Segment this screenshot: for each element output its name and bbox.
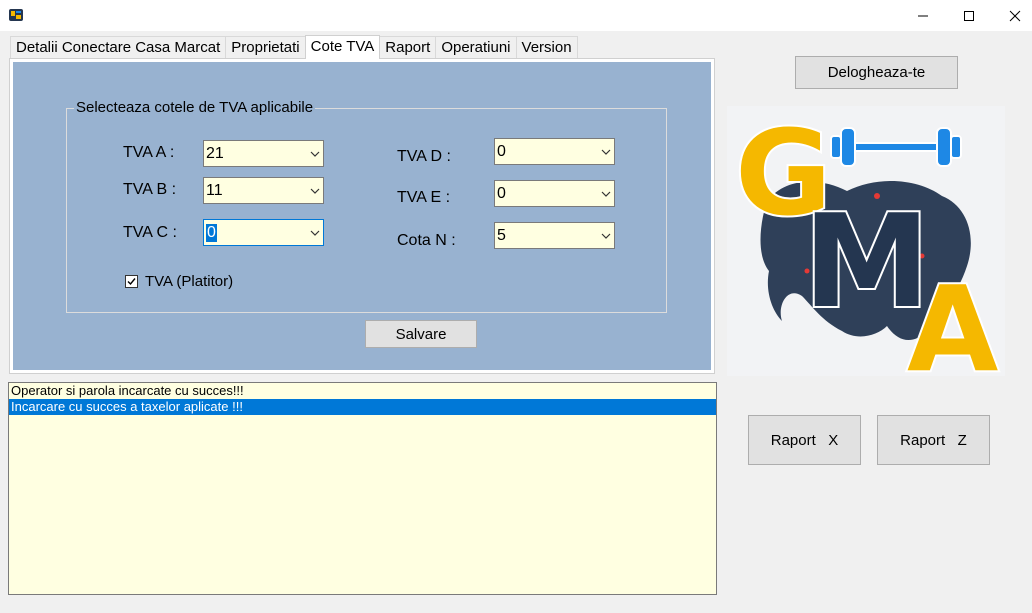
tva-c-select[interactable]: 0 — [203, 219, 324, 246]
tva-c-value: 0 — [206, 223, 217, 242]
log-line-selected[interactable]: Incarcare cu succes a taxelor aplicate !… — [9, 399, 716, 415]
title-bar — [0, 0, 1032, 31]
tva-a-value: 21 — [206, 144, 224, 162]
cota-n-value: 5 — [497, 226, 506, 244]
cota-n-label: Cota N : — [397, 232, 456, 249]
minimize-button[interactable] — [900, 0, 946, 31]
logout-button[interactable]: Delogheaza-te — [795, 56, 958, 89]
chevron-down-icon — [306, 220, 323, 245]
maximize-button[interactable] — [946, 0, 992, 31]
tva-a-label: TVA A : — [123, 144, 175, 161]
tva-platitor-checkbox[interactable] — [125, 275, 138, 288]
vat-group-title: Selecteaza cotele de TVA aplicabile — [74, 99, 316, 116]
tab-version[interactable]: Version — [515, 36, 578, 58]
tva-platitor-label[interactable]: TVA (Platitor) — [145, 273, 233, 290]
tva-e-select[interactable]: 0 — [494, 180, 615, 207]
tva-b-label: TVA B : — [123, 181, 177, 198]
chevron-down-icon — [597, 139, 614, 164]
tva-a-select[interactable]: 21 — [203, 140, 324, 167]
tab-detalii-conectare[interactable]: Detalii Conectare Casa Marcat — [10, 36, 227, 58]
tva-e-value: 0 — [497, 184, 506, 202]
report-z-button[interactable]: Raport Z — [877, 415, 990, 465]
log-line[interactable]: Operator si parola incarcate cu succes!!… — [9, 383, 716, 399]
maximize-icon — [964, 10, 974, 21]
close-icon — [1009, 10, 1021, 21]
report-x-button[interactable]: Raport X — [748, 415, 861, 465]
tab-operatiuni[interactable]: Operatiuni — [435, 36, 517, 58]
tva-c-label: TVA C : — [123, 224, 177, 241]
vat-panel: Selecteaza cotele de TVA aplicabile TVA … — [13, 62, 711, 370]
checkmark-icon — [127, 278, 136, 286]
logo-letter-a: A — [907, 260, 998, 376]
app-icon — [8, 7, 24, 23]
tva-d-label: TVA D : — [397, 148, 451, 165]
chevron-down-icon — [597, 223, 614, 248]
tab-panel: Selecteaza cotele de TVA aplicabile TVA … — [9, 58, 715, 374]
tab-cote-tva[interactable]: Cote TVA — [304, 35, 381, 59]
tab-proprietati[interactable]: Proprietati — [225, 36, 306, 58]
tva-b-value: 11 — [206, 181, 223, 199]
gma-logo: G M A — [727, 102, 1005, 400]
tab-raport[interactable]: Raport — [379, 36, 437, 58]
tva-d-value: 0 — [497, 142, 506, 160]
minimize-icon — [918, 15, 928, 16]
cota-n-select[interactable]: 5 — [494, 222, 615, 249]
save-button[interactable]: Salvare — [365, 320, 477, 348]
chevron-down-icon — [597, 181, 614, 206]
tab-strip: Detalii Conectare Casa Marcat Proprietat… — [10, 35, 578, 59]
chevron-down-icon — [306, 141, 323, 166]
tva-b-select[interactable]: 11 — [203, 177, 324, 204]
tva-e-label: TVA E : — [397, 189, 451, 206]
tva-d-select[interactable]: 0 — [494, 138, 615, 165]
log-listbox[interactable]: Operator si parola incarcate cu succes!!… — [8, 382, 717, 595]
chevron-down-icon — [306, 178, 323, 203]
close-button[interactable] — [992, 0, 1032, 31]
